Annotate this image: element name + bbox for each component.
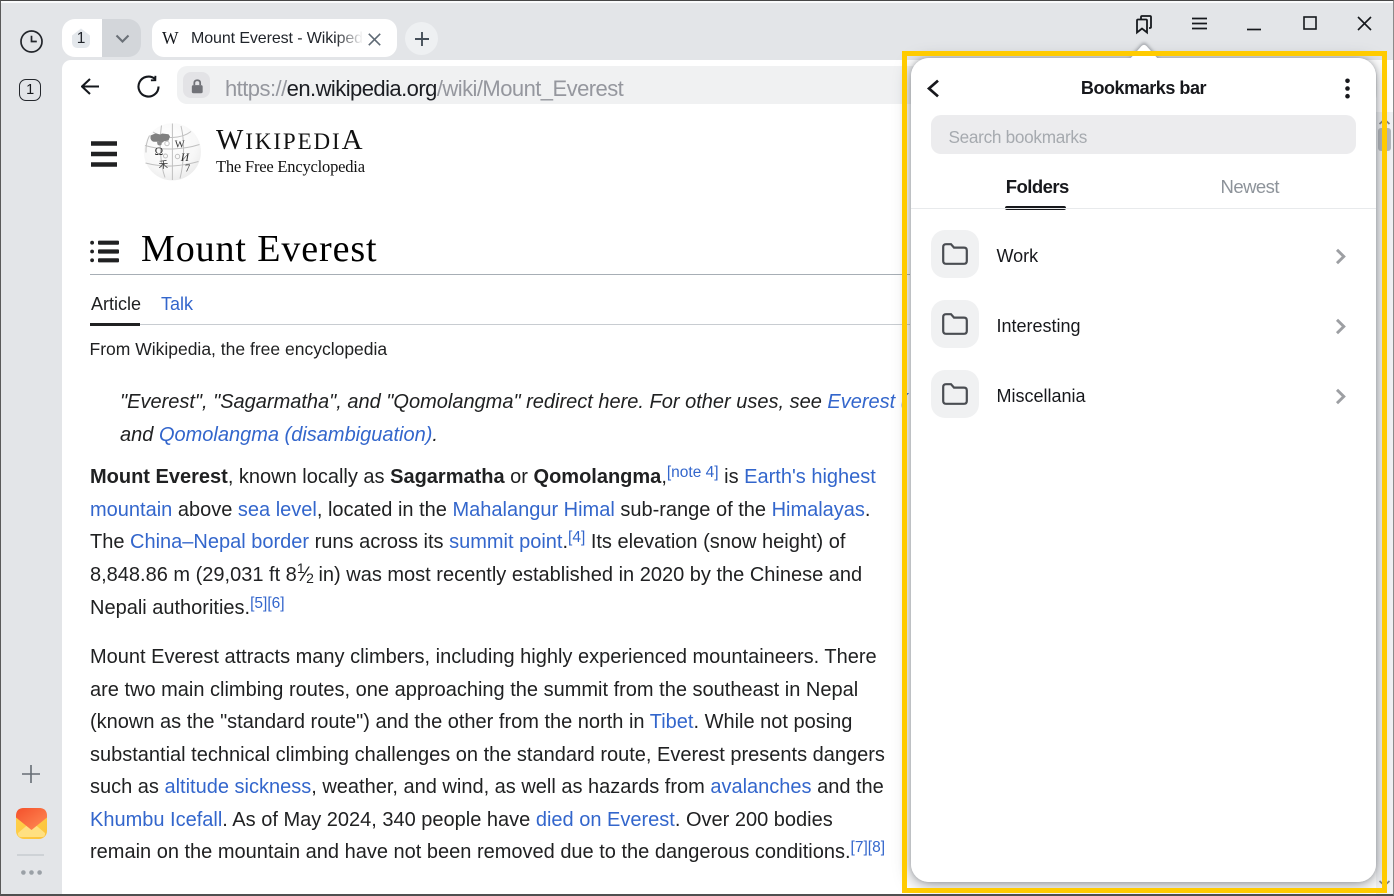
svg-text:W: W [175,139,185,150]
svg-text:禾: 禾 [159,160,169,171]
svg-text:Ω: Ω [155,146,164,158]
svg-text:И: И [180,152,190,164]
svg-text:7: 7 [185,164,190,175]
